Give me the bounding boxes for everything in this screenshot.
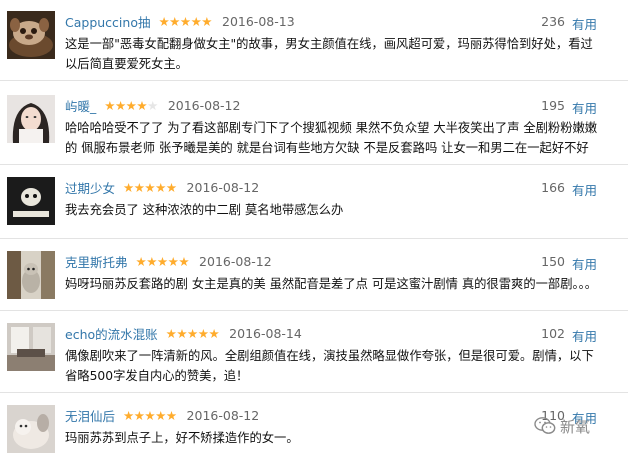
rating-stars: ★★★★★ xyxy=(104,98,158,113)
filled-stars: ★★★★★ xyxy=(123,407,177,423)
review-date: 2016-08-12 xyxy=(186,179,260,195)
review-text: 偶像剧吹来了一阵清新的风。全剧组颜值在线，演技虽然略显做作夸张，但是很可爱。剧情… xyxy=(65,349,594,383)
review-meta: 无泪仙后 ★★★★★ 2016-08-12 xyxy=(65,406,259,424)
empty-stars: ★ xyxy=(147,97,158,113)
divider xyxy=(0,164,628,165)
review-date: 2016-08-12 xyxy=(186,407,260,423)
review-date: 2016-08-13 xyxy=(222,13,295,29)
username-link[interactable]: 无泪仙后 xyxy=(65,406,115,425)
divider xyxy=(0,238,628,239)
review-text: 这是一部"恶毒女配翻身做女主"的故事，男女主颜值在线，画风超可爱，玛丽苏得恰到好… xyxy=(65,37,593,71)
rating-stars: ★★★★★ xyxy=(123,408,177,423)
review-text: 我去充会员了 这种浓浓的中二剧 莫名地带感怎么办 xyxy=(65,203,344,217)
avatar[interactable] xyxy=(7,95,55,143)
review-item: 克里斯托弗 ★★★★★ 2016-08-12 150 有用 妈呀玛丽苏反套路的剧… xyxy=(0,244,628,318)
rating-stars: ★★★★★ xyxy=(158,14,212,29)
watermark: 新氧 xyxy=(534,414,590,438)
filled-stars: ★★★★★ xyxy=(123,179,177,195)
avatar[interactable] xyxy=(7,251,55,299)
watermark-text: 新氧 xyxy=(560,417,591,436)
vote-count: 102 xyxy=(541,326,565,341)
vote-count: 195 xyxy=(541,98,565,113)
rating-stars: ★★★★★ xyxy=(166,326,220,341)
filled-stars: ★★★★★ xyxy=(135,253,190,269)
review-meta: Cappuccino抽 ★★★★★ 2016-08-13 xyxy=(65,12,295,30)
review-date: 2016-08-12 xyxy=(167,97,241,113)
review-text: 哈哈哈哈受不了了 为了看这部剧专门下了个搜狐视频 果然不负众望 大半夜笑出了声 … xyxy=(65,121,598,155)
vote-count: 236 xyxy=(541,14,565,29)
review-meta: echo的流水混账 ★★★★★ 2016-08-14 xyxy=(65,324,302,342)
vote-count: 166 xyxy=(541,180,565,195)
review-meta: 过期少女 ★★★★★ 2016-08-12 xyxy=(65,178,259,196)
username-link[interactable]: 屿暖_ xyxy=(65,96,96,115)
review-item: 过期少女 ★★★★★ 2016-08-12 166 有用 我去充会员了 这种浓浓… xyxy=(0,170,628,244)
divider xyxy=(0,392,628,393)
review-item: Cappuccino抽 ★★★★★ 2016-08-13 236 有用 这是一部… xyxy=(0,4,628,78)
wechat-icon xyxy=(534,417,556,434)
username-link[interactable]: echo的流水混账 xyxy=(65,324,158,343)
filled-stars: ★★★★★ xyxy=(165,325,220,341)
username-link[interactable]: 过期少女 xyxy=(65,178,115,197)
divider xyxy=(0,310,628,311)
review-date: 2016-08-14 xyxy=(229,325,302,341)
review-meta: 克里斯托弗 ★★★★★ 2016-08-12 xyxy=(65,252,272,270)
review-text: 妈呀玛丽苏反套路的剧 女主是真的美 虽然配音是差了点 可是这蜜汁剧情 真的很雷爽… xyxy=(65,277,598,291)
review-meta: 屿暖_ ★★★★★ 2016-08-12 xyxy=(65,96,240,114)
useful-button[interactable]: 有用 xyxy=(572,326,597,345)
vote-count: 150 xyxy=(541,254,565,269)
filled-stars: ★★★★ xyxy=(104,97,148,113)
avatar[interactable] xyxy=(7,177,55,225)
username-link[interactable]: Cappuccino抽 xyxy=(65,12,150,31)
filled-stars: ★★★★★ xyxy=(158,13,212,29)
useful-button[interactable]: 有用 xyxy=(572,180,597,199)
review-item: echo的流水混账 ★★★★★ 2016-08-14 102 有用 偶像剧吹来了… xyxy=(0,316,628,390)
divider xyxy=(0,80,628,81)
useful-button[interactable]: 有用 xyxy=(572,14,597,33)
review-text: 玛丽苏苏到点子上，好不矫揉造作的女一。 xyxy=(65,431,299,445)
review-item: 屿暖_ ★★★★★ 2016-08-12 195 有用 哈哈哈哈受不了了 为了看… xyxy=(0,88,628,162)
rating-stars: ★★★★★ xyxy=(136,254,190,269)
avatar[interactable] xyxy=(7,405,55,453)
avatar[interactable] xyxy=(7,323,55,371)
review-date: 2016-08-12 xyxy=(199,253,272,269)
useful-button[interactable]: 有用 xyxy=(572,254,597,273)
avatar[interactable] xyxy=(7,11,55,59)
username-link[interactable]: 克里斯托弗 xyxy=(65,252,128,271)
rating-stars: ★★★★★ xyxy=(123,180,177,195)
useful-button[interactable]: 有用 xyxy=(572,98,597,117)
